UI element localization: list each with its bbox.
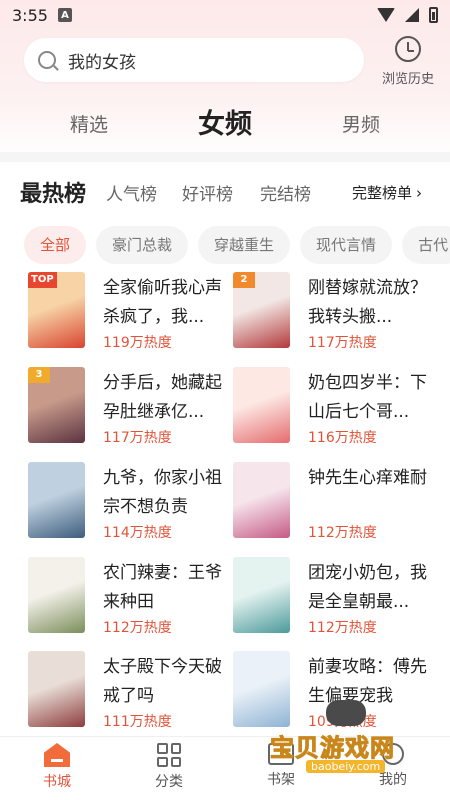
book-item[interactable]: 奶包四岁半：下山后七个哥... 116万热度	[233, 367, 433, 452]
book-heat: 112万热度	[308, 525, 377, 541]
grid-icon	[157, 743, 181, 767]
search-value: 我的女孩	[68, 52, 136, 73]
status-time: 3:55	[12, 5, 48, 25]
book-cover: TOP	[28, 272, 85, 348]
book-title: 刚替嫁就流放？我转头搬...	[308, 278, 427, 327]
tab-hottest[interactable]: 最热榜	[20, 176, 86, 208]
full-list-label: 完整榜单	[351, 184, 412, 202]
book-cover	[28, 651, 85, 727]
channel-tabs: 精选 女频 男频	[0, 96, 450, 146]
book-cover	[233, 462, 290, 538]
book-heat: 117万热度	[308, 335, 377, 351]
book-heat: 112万热度	[308, 620, 377, 636]
rank-tabs: 最热榜 人气榜 好评榜 完结榜 完整榜单 ›	[0, 170, 450, 214]
chevron-right-icon: ›	[416, 184, 422, 202]
book-item[interactable]: 太子殿下今天破戒了吗 111万热度	[28, 651, 228, 736]
book-title: 农门辣妻：王爷来种田	[103, 563, 222, 612]
history-button[interactable]: 浏览历史	[372, 36, 444, 87]
book-title: 九爷，你家小祖宗不想负责	[103, 468, 222, 517]
search-icon	[38, 51, 56, 69]
book-heat: 114万热度	[103, 525, 172, 541]
tab-male[interactable]: 男频	[342, 110, 380, 137]
nav-label: 书城	[43, 774, 71, 790]
book-title: 团宠小奶包，我是全皇朝最...	[308, 563, 427, 612]
book-heat: 119万热度	[103, 335, 172, 351]
book-heat: 117万热度	[103, 430, 172, 446]
book-cover	[28, 557, 85, 633]
status-icons	[377, 7, 438, 23]
book-heat: 112万热度	[103, 620, 172, 636]
nav-category[interactable]: 分类	[139, 743, 199, 791]
book-heat: 116万热度	[308, 430, 377, 446]
wifi-icon	[377, 8, 395, 22]
nav-bookstore[interactable]: 书城	[27, 743, 87, 791]
chip-ceo[interactable]: 豪门总裁	[96, 226, 189, 264]
book-item[interactable]: 2 刚替嫁就流放？我转头搬... 117万热度	[233, 272, 433, 357]
clock-icon	[395, 36, 421, 62]
notification-a-icon: A	[57, 8, 72, 22]
book-item[interactable]: 团宠小奶包，我是全皇朝最... 112万热度	[233, 557, 433, 642]
book-title: 奶包四岁半：下山后七个哥...	[308, 373, 427, 422]
tab-female[interactable]: 女频	[198, 102, 252, 141]
tab-rating[interactable]: 好评榜	[182, 180, 233, 205]
book-title: 全家偷听我心声杀疯了，我...	[103, 278, 222, 327]
gamepad-icon	[326, 700, 366, 726]
book-title: 钟先生心痒难耐	[308, 468, 427, 488]
watermark-url: baobeiy.com	[306, 760, 386, 773]
book-cover	[233, 557, 290, 633]
chip-ancient[interactable]: 古代	[402, 226, 450, 264]
rank-badge: TOP	[28, 272, 57, 288]
search-input[interactable]: 我的女孩	[24, 38, 364, 82]
book-item[interactable]: 农门辣妻：王爷来种田 112万热度	[28, 557, 228, 642]
book-item[interactable]: 3 分手后，她藏起孕肚继承亿... 117万热度	[28, 367, 228, 452]
book-title: 太子殿下今天破戒了吗	[103, 657, 222, 706]
tab-featured[interactable]: 精选	[70, 110, 108, 137]
book-cover	[233, 367, 290, 443]
section-divider	[0, 152, 450, 162]
book-item[interactable]: TOP 全家偷听我心声杀疯了，我... 119万热度	[28, 272, 228, 357]
chip-modern-romance[interactable]: 现代言情	[300, 226, 393, 264]
status-bar: 3:55 A	[0, 0, 450, 30]
book-heat: 111万热度	[103, 714, 172, 730]
nav-label: 分类	[155, 774, 183, 790]
chip-time-travel[interactable]: 穿越重生	[198, 226, 291, 264]
genre-chips: 全部 豪门总裁 穿越重生 现代言情 古代	[24, 226, 450, 266]
battery-icon	[429, 7, 438, 23]
book-cover	[28, 462, 85, 538]
home-icon	[44, 743, 70, 767]
tab-popularity[interactable]: 人气榜	[106, 180, 157, 205]
watermark-text: 宝贝游戏网	[270, 734, 395, 763]
book-cover: 2	[233, 272, 290, 348]
history-label: 浏览历史	[381, 72, 434, 87]
signal-icon	[405, 8, 419, 22]
rank-badge: 2	[233, 272, 255, 288]
chip-all[interactable]: 全部	[24, 226, 87, 264]
watermark: 宝贝游戏网 baobeiy.com	[270, 700, 420, 784]
book-cover: 3	[28, 367, 85, 443]
book-item[interactable]: 九爷，你家小祖宗不想负责 114万热度	[28, 462, 228, 547]
tab-completed[interactable]: 完结榜	[260, 180, 311, 205]
rank-badge: 3	[28, 367, 50, 383]
book-item[interactable]: 钟先生心痒难耐 112万热度	[233, 462, 433, 547]
book-title: 分手后，她藏起孕肚继承亿...	[103, 373, 222, 422]
full-list-link[interactable]: 完整榜单 ›	[352, 182, 422, 203]
